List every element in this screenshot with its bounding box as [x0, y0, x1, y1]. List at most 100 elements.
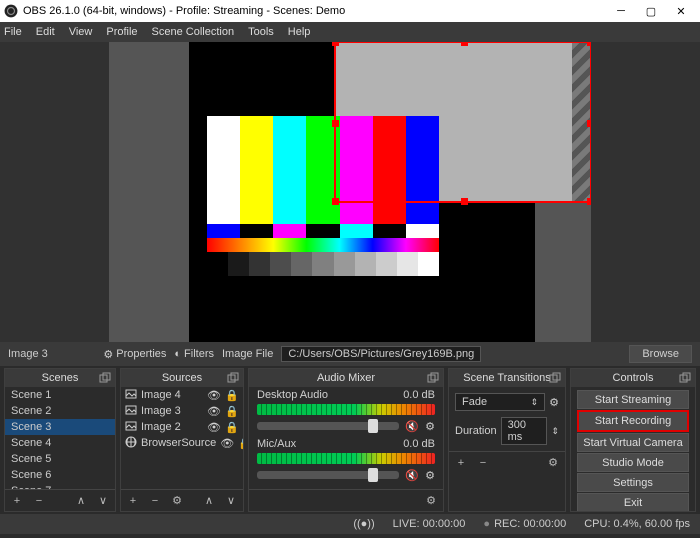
browse-button[interactable]: Browse: [629, 345, 692, 363]
properties-button[interactable]: ⚙Properties: [103, 348, 166, 361]
gear-icon[interactable]: ⚙: [169, 494, 185, 507]
source-name: Image 4: [141, 389, 203, 401]
menu-file[interactable]: File: [4, 26, 22, 38]
lock-toggle[interactable]: 🔒: [225, 405, 239, 418]
menu-help[interactable]: Help: [288, 26, 311, 38]
resize-handle[interactable]: [587, 42, 591, 46]
lock-toggle[interactable]: 🔒: [225, 389, 239, 402]
filters-button[interactable]: ◐Filters: [174, 348, 214, 360]
volume-slider[interactable]: [257, 471, 399, 479]
menu-tools[interactable]: Tools: [248, 26, 274, 38]
menubar: File Edit View Profile Scene Collection …: [0, 22, 700, 42]
gear-icon: ⚙: [103, 348, 113, 361]
close-button[interactable]: ✕: [666, 0, 696, 22]
popout-icon[interactable]: [549, 372, 561, 384]
control-exit[interactable]: Exit: [577, 493, 689, 511]
move-up-button[interactable]: ∧: [201, 494, 217, 507]
resize-handle[interactable]: [332, 120, 339, 127]
popout-icon[interactable]: [427, 372, 439, 384]
maximize-button[interactable]: ▢: [636, 0, 666, 22]
preview-area[interactable]: [0, 42, 700, 342]
lock-toggle[interactable]: 🔒: [225, 421, 239, 434]
remove-button[interactable]: −: [31, 495, 47, 507]
scene-row[interactable]: Scene 6: [5, 467, 115, 483]
channel-name: Desktop Audio: [257, 389, 328, 401]
visibility-toggle[interactable]: 👁: [207, 421, 221, 434]
source-row[interactable]: Image 4 👁 🔒: [121, 387, 243, 403]
sources-list[interactable]: Image 4👁🔒Image 3👁🔒Image 2👁🔒BrowserSource…: [121, 387, 243, 489]
visibility-toggle[interactable]: 👁: [220, 437, 234, 450]
minimize-button[interactable]: ─: [606, 0, 636, 22]
source-row[interactable]: Image 3👁🔒: [121, 403, 243, 419]
transition-select[interactable]: Fade⇕: [455, 393, 545, 411]
popout-icon[interactable]: [99, 372, 111, 384]
menu-profile[interactable]: Profile: [106, 26, 137, 38]
scenes-list[interactable]: Scene 1Scene 2Scene 3Scene 4Scene 5Scene…: [5, 387, 115, 489]
menu-edit[interactable]: Edit: [36, 26, 55, 38]
scene-row[interactable]: Scene 4: [5, 435, 115, 451]
gear-icon[interactable]: ⚙: [549, 396, 559, 409]
scene-row[interactable]: Scene 2: [5, 403, 115, 419]
status-rec: REC: 00:00:00: [494, 518, 566, 530]
duration-field[interactable]: 300 ms: [501, 417, 548, 445]
remove-button[interactable]: −: [147, 495, 163, 507]
volume-slider[interactable]: [257, 422, 399, 430]
control-start-recording[interactable]: Start Recording: [577, 410, 689, 432]
mute-button[interactable]: 🔇: [405, 469, 419, 482]
record-icon: ●: [483, 518, 490, 530]
chevron-updown-icon[interactable]: ⇕: [551, 426, 559, 437]
selected-source-label: Image 3: [8, 348, 48, 360]
selection-outline[interactable]: [334, 42, 591, 203]
resize-handle[interactable]: [461, 42, 468, 46]
add-button[interactable]: +: [453, 457, 469, 469]
source-row[interactable]: Image 2 👁 🔒: [121, 419, 243, 435]
source-name: BrowserSource: [141, 437, 216, 449]
mute-button[interactable]: 🔇: [405, 420, 419, 433]
move-down-button[interactable]: ∨: [95, 494, 111, 507]
image-icon: [125, 388, 137, 403]
popout-icon[interactable]: [679, 372, 691, 384]
source-name: Image 2: [141, 421, 203, 433]
move-down-button[interactable]: ∨: [223, 494, 239, 507]
control-start-streaming[interactable]: Start Streaming: [577, 390, 689, 409]
gear-icon[interactable]: ⚙: [425, 469, 435, 482]
control-studio-mode[interactable]: Studio Mode: [577, 453, 689, 472]
control-start-virtual-camera[interactable]: Start Virtual Camera: [577, 433, 689, 452]
source-row[interactable]: BrowserSource 👁 🔒: [121, 435, 243, 451]
preview-canvas[interactable]: [109, 42, 591, 342]
resize-handle[interactable]: [332, 42, 339, 46]
resize-handle[interactable]: [332, 198, 339, 205]
controls-panel: Controls Start StreamingStart RecordingS…: [570, 368, 696, 512]
resize-handle[interactable]: [587, 198, 591, 205]
window-title: OBS 26.1.0 (64-bit, windows) - Profile: …: [23, 5, 606, 17]
gear-icon[interactable]: ⚙: [423, 494, 439, 507]
popout-icon[interactable]: [227, 372, 239, 384]
duration-label: Duration: [455, 425, 497, 437]
status-live: LIVE: 00:00:00: [393, 518, 466, 530]
scene-row[interactable]: Scene 1: [5, 387, 115, 403]
preview-pillarbox: [109, 42, 189, 342]
image-file-field[interactable]: C:/Users/OBS/Pictures/Grey169B.png: [281, 346, 481, 362]
channel-db: 0.0 dB: [403, 438, 435, 450]
gear-icon[interactable]: ⚙: [425, 420, 435, 433]
visibility-toggle[interactable]: 👁: [207, 405, 221, 418]
menu-view[interactable]: View: [69, 26, 93, 38]
add-button[interactable]: +: [125, 495, 141, 507]
lock-toggle[interactable]: 🔒: [238, 437, 243, 450]
mixer-list: Desktop Audio0.0 dB🔇⚙Mic/Aux0.0 dB🔇⚙: [249, 387, 443, 489]
resize-handle[interactable]: [587, 120, 591, 127]
scene-row[interactable]: Scene 3: [5, 419, 115, 435]
menu-scene-collection[interactable]: Scene Collection: [152, 26, 235, 38]
titlebar: OBS 26.1.0 (64-bit, windows) - Profile: …: [0, 0, 700, 22]
scene-row[interactable]: Scene 5: [5, 451, 115, 467]
visibility-toggle[interactable]: 👁: [207, 389, 221, 402]
gear-icon[interactable]: ⚙: [545, 456, 561, 469]
remove-button[interactable]: −: [475, 457, 491, 469]
resize-handle[interactable]: [461, 198, 468, 205]
panel-title: Audio Mixer: [317, 372, 375, 384]
add-button[interactable]: +: [9, 495, 25, 507]
move-up-button[interactable]: ∧: [73, 494, 89, 507]
panel-title: Sources: [162, 372, 202, 384]
control-settings[interactable]: Settings: [577, 473, 689, 492]
broadcast-icon: ((●)): [353, 518, 374, 530]
